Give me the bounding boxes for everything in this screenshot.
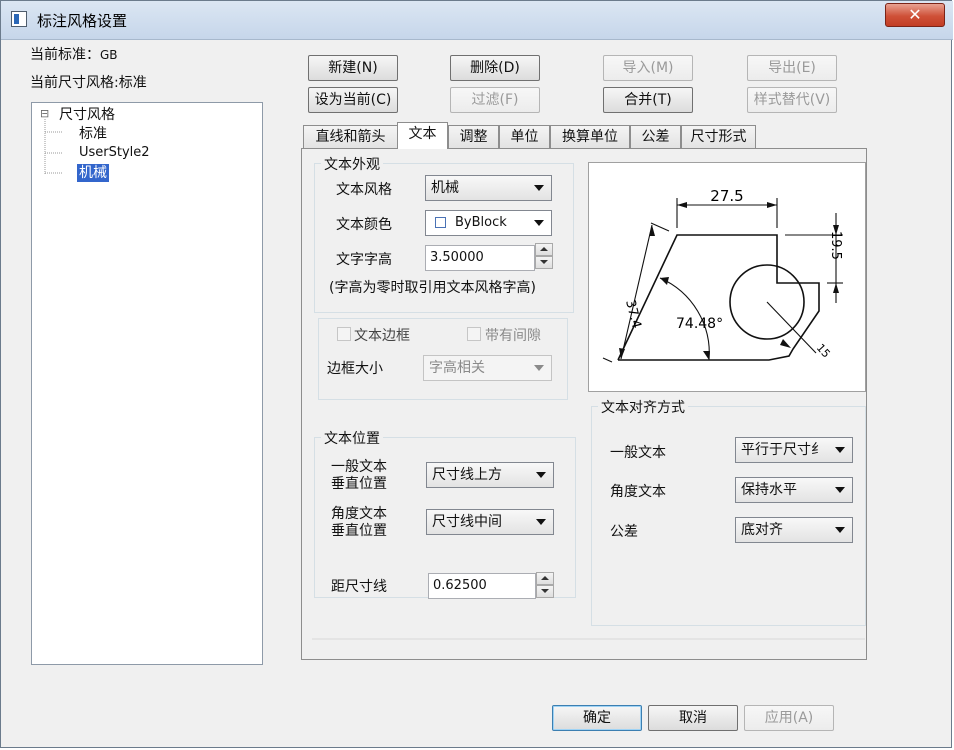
offset-input[interactable]: 0.62500 [428,573,536,599]
chevron-down-icon [534,220,544,226]
chevron-down-icon [536,519,546,525]
text-color-label: 文本颜色 [336,217,392,233]
text-style-select[interactable]: 机械 [425,175,552,201]
dim-label-radius: 15 [814,341,833,360]
apply-button[interactable]: 应用(A) [744,705,834,731]
tab-adjust[interactable]: 调整 [448,125,499,149]
text-color-select[interactable]: ByBlock [425,210,552,236]
text-appearance-title: 文本外观 [321,154,383,174]
spin-up-icon[interactable] [536,572,554,585]
chevron-down-icon [536,472,546,478]
text-height-note: (字高为零时取引用文本风格字高) [329,280,536,296]
tree-item-mechanical[interactable]: 机械 [77,164,109,182]
tree-item-standard[interactable]: 标准 [79,123,107,143]
color-swatch-icon [435,217,446,228]
general-text-vertical-label: 一般文本 垂直位置 [331,459,387,492]
spin-up-icon[interactable] [535,243,553,256]
text-height-spinner[interactable] [535,243,553,269]
spin-down-icon[interactable] [535,256,553,269]
export-button[interactable]: 导出(E) [747,55,837,81]
align-tolerance-value: 底对齐 [741,522,783,538]
frame-size-label: 边框大小 [327,361,383,377]
tab-tolerance[interactable]: 公差 [630,125,681,149]
offset-label: 距尺寸线 [331,579,387,595]
angle-text-vertical-select[interactable]: 尺寸线中间 [426,509,554,535]
dim-label-angle: 74.48° [676,316,723,332]
tab-alt-units[interactable]: 换算单位 [550,125,630,149]
align-general-select[interactable]: 平行于尺寸纟 [735,437,853,463]
align-angle-value: 保持水平 [741,482,797,498]
text-alignment-title: 文本对齐方式 [598,397,688,417]
gap-label: 带有间隙 [485,328,541,344]
delete-button[interactable]: 删除(D) [450,55,540,81]
dim-line-left [620,224,653,360]
offset-spinner[interactable] [536,572,554,598]
style-replace-button[interactable]: 样式替代(V) [747,87,837,113]
filter-button[interactable]: 过滤(F) [450,87,540,113]
tab-lines-arrows[interactable]: 直线和箭头 [303,125,398,149]
angle-text-vertical-value: 尺寸线中间 [432,514,502,530]
align-tolerance-select[interactable]: 底对齐 [735,517,853,543]
dimension-preview: 27.5 19.5 37.4 74.48° 15 [588,162,866,392]
tab-units[interactable]: 单位 [499,125,550,149]
spin-down-icon[interactable] [536,585,554,598]
set-current-button[interactable]: 设为当前(C) [308,87,398,113]
text-height-label: 文字字高 [336,252,392,268]
close-button[interactable]: ✕ [885,3,945,27]
tree-item-userstyle2[interactable]: UserStyle2 [79,145,150,160]
gap-checkbox[interactable] [467,327,481,341]
frame-size-value: 字高相关 [429,360,485,376]
dim-label-top: 27.5 [710,187,743,205]
chevron-down-icon [835,487,845,493]
align-angle-select[interactable]: 保持水平 [735,477,853,503]
tab-text[interactable]: 文本 [397,122,448,149]
tree-root-label[interactable]: 尺寸风格 [59,104,115,124]
tab-dimension-form[interactable]: 尺寸形式 [681,125,756,149]
frame-size-select[interactable]: 字高相关 [423,355,552,381]
merge-button[interactable]: 合并(T) [603,87,693,113]
text-frame-checkbox[interactable] [337,327,351,341]
dim-label-left: 37.4 [622,298,644,330]
general-text-vertical-value: 尺寸线上方 [432,467,502,483]
align-general-value: 平行于尺寸纟 [741,442,825,458]
chevron-down-icon [534,365,544,371]
current-style-label: 当前尺寸风格:标准 [30,75,147,91]
current-standard-label: 当前标准：GB [30,47,118,63]
window-title: 标注风格设置 [37,12,128,30]
text-style-label: 文本风格 [336,182,392,198]
chevron-down-icon [534,185,544,191]
import-button[interactable]: 导入(M) [603,55,693,81]
preview-part-outline [617,234,820,361]
text-height-input[interactable]: 3.50000 [425,245,535,271]
align-angle-label: 角度文本 [610,484,666,500]
chevron-down-icon [835,527,845,533]
panel-inner-divider [312,638,865,640]
ok-button[interactable]: 确定 [552,705,642,731]
chevron-down-icon [835,447,845,453]
title-bar: 标注风格设置 ✕ [1,1,953,40]
angle-text-vertical-label: 角度文本 垂直位置 [331,506,387,539]
window-icon [11,11,27,27]
text-position-title: 文本位置 [321,428,383,448]
text-frame-label: 文本边框 [354,328,410,344]
style-tree[interactable]: ⊟ 尺寸风格 标准 UserStyle2 机械 [31,102,263,665]
text-style-value: 机械 [431,180,459,196]
preview-drawing: 27.5 19.5 37.4 74.48° 15 [602,187,843,363]
align-general-label: 一般文本 [610,445,666,461]
general-text-vertical-select[interactable]: 尺寸线上方 [426,462,554,488]
cancel-button[interactable]: 取消 [648,705,738,731]
new-button[interactable]: 新建(N) [308,55,398,81]
align-tolerance-label: 公差 [610,524,638,540]
dim-label-right: 19.5 [828,231,843,260]
tree-collapse-icon[interactable]: ⊟ [40,107,49,120]
